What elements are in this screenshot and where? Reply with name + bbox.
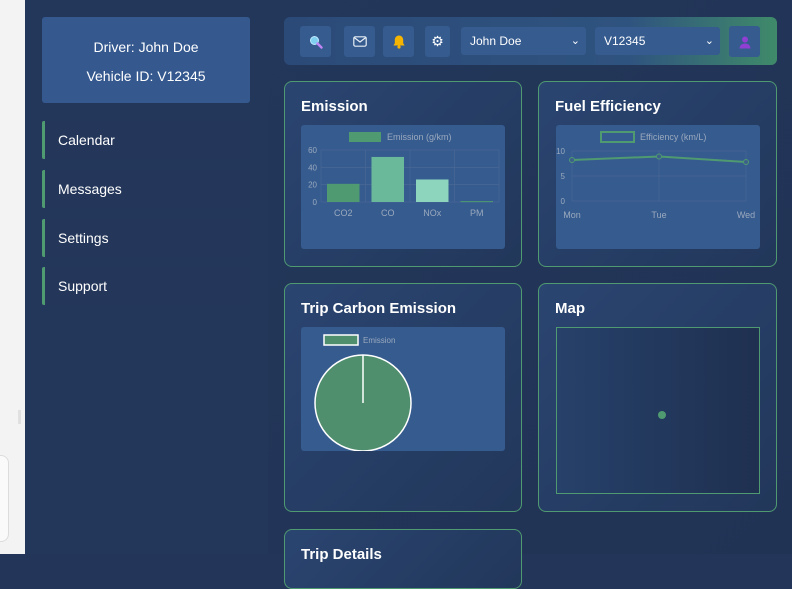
x-tick-label: CO2 xyxy=(334,208,353,218)
trip-carbon-chart: Emission xyxy=(301,327,505,452)
card-title: Trip Carbon Emission xyxy=(301,300,457,317)
driver-card: Driver: John Doe Vehicle ID: V12345 xyxy=(42,17,250,103)
fuel-efficiency-card: Fuel Efficiency Efficiency (km/L) 0 5 10 Mon… xyxy=(538,81,777,267)
sidebar-item-support[interactable]: Support xyxy=(42,267,250,305)
map-marker[interactable] xyxy=(658,411,666,419)
left-gutter xyxy=(0,0,25,554)
bar xyxy=(327,183,360,202)
sidebar-item-label: Settings xyxy=(58,230,109,246)
gutter-divider xyxy=(18,410,21,424)
top-toolbar: ⚙ John Doe ⌄ V12345 ⌄ xyxy=(284,17,777,65)
x-tick-label: Mon xyxy=(563,210,581,220)
vehicle-id: Vehicle ID: V12345 xyxy=(86,68,206,84)
driver-select[interactable]: John Doe ⌄ xyxy=(461,27,586,55)
sidebar-item-label: Support xyxy=(58,278,108,294)
data-point xyxy=(569,157,575,163)
x-tick-label: CO xyxy=(381,208,395,218)
y-tick-label: 20 xyxy=(308,181,317,190)
emission-chart: Emission (g/km) 0 20 40 60 CO2 CO NOx PM xyxy=(301,125,505,249)
window-edge-handle[interactable] xyxy=(0,455,9,542)
messages-button[interactable] xyxy=(344,26,375,57)
trip-details-card: Trip Details xyxy=(284,529,522,589)
vehicle-select[interactable]: V12345 ⌄ xyxy=(595,27,720,55)
map-card: Map xyxy=(538,283,777,512)
card-title: Map xyxy=(555,300,585,317)
legend-swatch xyxy=(349,132,381,142)
x-tick-label: Wed xyxy=(737,210,755,220)
search-icon xyxy=(309,35,323,49)
user-profile-button[interactable] xyxy=(729,26,760,57)
bar xyxy=(416,179,449,202)
main-content: ⚙ John Doe ⌄ V12345 ⌄ Emission Emission … xyxy=(268,0,792,589)
x-tick-label: Tue xyxy=(651,210,666,220)
notifications-button[interactable] xyxy=(383,26,414,57)
sidebar-item-label: Calendar xyxy=(58,132,115,148)
y-tick-label: 0 xyxy=(561,197,566,206)
card-title: Fuel Efficiency xyxy=(555,98,661,115)
bar xyxy=(371,156,404,202)
legend-swatch xyxy=(600,131,635,143)
search-button[interactable] xyxy=(300,26,331,57)
emission-card: Emission Emission (g/km) 0 20 40 60 CO2 CO NOx P… xyxy=(284,81,522,267)
mail-icon xyxy=(352,36,367,47)
chevron-down-icon: ⌄ xyxy=(704,35,714,47)
x-tick-label: PM xyxy=(470,208,484,218)
gear-icon: ⚙ xyxy=(431,33,444,49)
bar xyxy=(460,201,493,203)
bell-icon xyxy=(392,35,405,49)
trip-carbon-card: Trip Carbon Emission Emission xyxy=(284,283,522,512)
legend-label: Efficiency (km/L) xyxy=(640,132,706,142)
user-icon xyxy=(739,36,750,48)
legend-swatch xyxy=(323,334,359,346)
legend-label: Emission xyxy=(363,336,395,345)
x-tick-label: NOx xyxy=(423,208,442,218)
y-tick-label: 5 xyxy=(561,172,566,181)
y-tick-label: 10 xyxy=(556,147,565,156)
emission-bar-chart: Emission (g/km) 0 20 40 60 CO2 CO NOx PM xyxy=(308,132,500,218)
card-title: Emission xyxy=(301,98,368,115)
fuel-efficiency-chart: Efficiency (km/L) 0 5 10 Mon Tue Wed xyxy=(556,125,760,249)
settings-button[interactable]: ⚙ xyxy=(425,26,450,57)
driver-name: Driver: John Doe xyxy=(93,39,199,55)
driver-select-value: John Doe xyxy=(470,34,522,48)
sidebar-item-messages[interactable]: Messages xyxy=(42,170,250,208)
data-point xyxy=(743,159,749,165)
sidebar-item-settings[interactable]: Settings xyxy=(42,219,250,257)
sidebar-item-calendar[interactable]: Calendar xyxy=(42,121,250,159)
y-tick-label: 0 xyxy=(313,198,318,207)
y-tick-label: 60 xyxy=(308,146,317,155)
trip-carbon-pie-chart: Emission xyxy=(314,334,412,452)
data-point xyxy=(656,153,662,160)
sidebar-item-label: Messages xyxy=(58,181,122,197)
fuel-efficiency-line-chart: Efficiency (km/L) 0 5 10 Mon Tue Wed xyxy=(556,131,755,220)
vehicle-select-value: V12345 xyxy=(604,34,646,48)
map-view[interactable] xyxy=(556,327,760,494)
chevron-down-icon: ⌄ xyxy=(570,35,580,47)
card-title: Trip Details xyxy=(301,546,382,563)
y-tick-label: 40 xyxy=(308,163,317,172)
sidebar: Driver: John Doe Vehicle ID: V12345 Cale… xyxy=(25,0,268,554)
legend-label: Emission (g/km) xyxy=(387,132,452,142)
